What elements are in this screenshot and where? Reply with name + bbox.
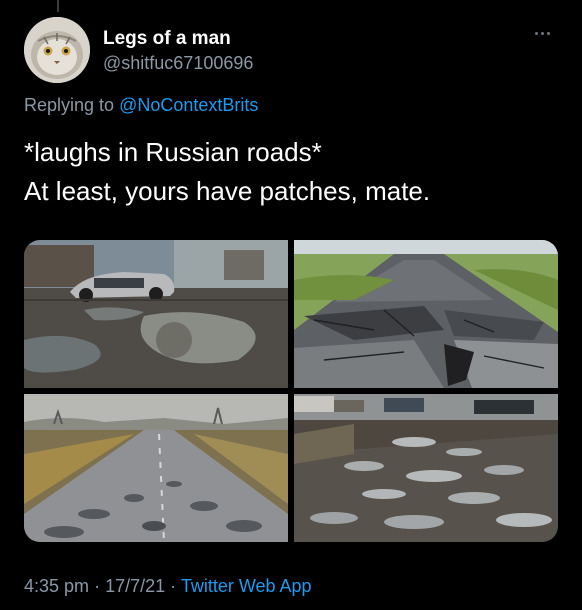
footer-separator: · [94,576,101,596]
author-avatar[interactable] [24,17,90,83]
author-handle[interactable]: @shitfuc67100696 [103,53,253,74]
author-name[interactable]: Legs of a man [103,28,231,50]
media-image-long-potholed-road[interactable] [24,394,288,542]
media-image-puddle-potholes-street[interactable] [294,394,558,542]
replying-to-line: Replying to @NoContextBrits [24,95,258,116]
tweet-text: *laughs in Russian roads* At least, your… [24,137,431,206]
tweet-footer: 4:35 pm · 17/7/21 · Twitter Web App [24,576,312,597]
media-image-cracked-asphalt-road[interactable] [294,240,558,388]
replying-to-label: Replying to [24,95,115,115]
media-image-potholed-parking-lot[interactable] [24,240,288,388]
tweet-source-link[interactable]: Twitter Web App [181,576,312,596]
media-grid [24,240,558,542]
tweet-time[interactable]: 4:35 pm [24,576,89,596]
more-dot [541,31,544,35]
more-dot [547,31,550,35]
tweet-date[interactable]: 17/7/21 [105,576,165,596]
reply-mention-link[interactable]: @NoContextBrits [119,95,258,115]
thread-connector-line [57,0,59,12]
footer-separator: · [170,576,177,596]
more-options-icon[interactable] [535,26,555,40]
pallas-cat-avatar-icon [24,17,90,83]
more-dot [535,31,538,35]
